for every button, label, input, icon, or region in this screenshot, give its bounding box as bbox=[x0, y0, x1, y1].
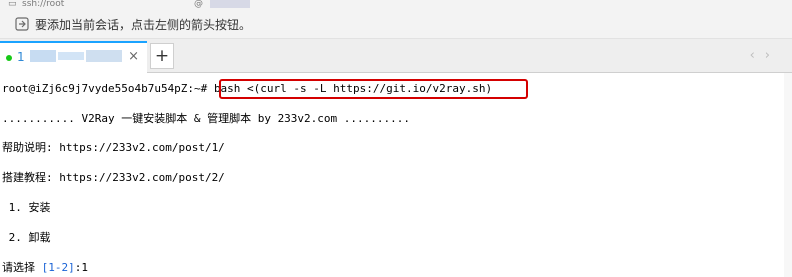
tab-bar: 1 × + ‹› bbox=[0, 39, 792, 73]
connection-status-icon bbox=[6, 55, 12, 61]
window-icon: ▭ bbox=[8, 0, 17, 9]
chevron-right-icon[interactable]: › bbox=[765, 48, 780, 63]
selection-range: [1-2] bbox=[41, 261, 75, 274]
command-highlight-box bbox=[219, 79, 528, 99]
selection-input: :1 bbox=[74, 261, 88, 274]
redacted-tab-title bbox=[86, 50, 122, 62]
info-icon bbox=[13, 15, 31, 33]
tab-label: 1 bbox=[17, 50, 25, 64]
add-tab-button[interactable]: + bbox=[150, 43, 174, 69]
top-strip: ▭ ssh://root @ bbox=[0, 0, 792, 10]
tab-session-1[interactable]: 1 × bbox=[0, 41, 147, 73]
redacted-tab-title bbox=[58, 52, 84, 60]
option-uninstall: 2. 卸载 bbox=[2, 231, 51, 244]
selection-prompt: 请选择 [1-2]:1 bbox=[2, 261, 88, 275]
close-tab-icon[interactable]: × bbox=[128, 49, 139, 64]
session-path: ssh://root bbox=[22, 0, 65, 9]
add-session-hint: 要添加当前会话，点击左侧的箭头按钮。 bbox=[0, 10, 792, 39]
terminal-scrollbar[interactable] bbox=[784, 73, 792, 277]
at-sign: @ bbox=[194, 0, 203, 9]
banner-line: ........... V2Ray 一键安装脚本 & 管理脚本 by 233v2… bbox=[2, 112, 411, 125]
chevron-left-icon[interactable]: ‹ bbox=[750, 48, 765, 63]
selection-label: 请选择 bbox=[2, 261, 42, 274]
tutorial-line: 搭建教程: https://233v2.com/post/2/ bbox=[2, 171, 225, 184]
shell-prompt: root@iZj6c9j7vyde55o4b7u54pZ:~# bbox=[2, 82, 208, 95]
redacted-host bbox=[210, 0, 250, 8]
hint-text: 要添加当前会话，点击左侧的箭头按钮。 bbox=[35, 17, 252, 32]
redacted-tab-title bbox=[30, 50, 56, 62]
help-line: 帮助说明: https://233v2.com/post/1/ bbox=[2, 141, 225, 154]
tab-scroll-arrows: ‹› bbox=[750, 48, 780, 63]
option-install: 1. 安装 bbox=[2, 201, 51, 214]
terminal-output[interactable]: root@iZj6c9j7vyde55o4b7u54pZ:~# bash <(c… bbox=[0, 73, 792, 277]
